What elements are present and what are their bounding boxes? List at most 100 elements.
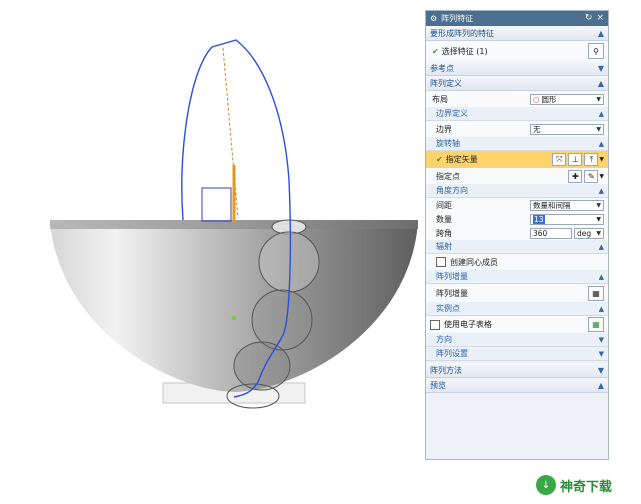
- dialog-titlebar: ⚙ 阵列特征 ↻ ×: [426, 11, 608, 26]
- watermark-text: 神奇下载: [560, 479, 613, 495]
- dropdown-arrow-icon[interactable]: ▼: [599, 173, 604, 180]
- pitch-unit-dropdown[interactable]: deg ▼: [574, 227, 604, 239]
- axis-handle[interactable]: [201, 187, 232, 222]
- chevron-down-icon[interactable]: ▼: [598, 64, 604, 73]
- section-label: 阵列定义: [430, 78, 462, 88]
- specify-vector-row[interactable]: ✔ 指定矢量 ⤧ ⊥ ⤒ ▼: [426, 151, 608, 168]
- spreadsheet-icon[interactable]: ▦: [588, 317, 604, 332]
- chevron-down-icon[interactable]: ▼: [599, 336, 604, 344]
- point-marker: [231, 315, 237, 321]
- chevron-down-icon[interactable]: ▼: [598, 366, 604, 375]
- spreadsheet-row[interactable]: 使用电子表格 ▦: [426, 316, 608, 333]
- count-input[interactable]: 13 ▼: [530, 213, 604, 225]
- point-type-icon[interactable]: ✎: [584, 169, 599, 183]
- chevron-up-icon[interactable]: ▲: [599, 187, 604, 195]
- specify-vector-label: 指定矢量: [445, 155, 478, 164]
- spreadsheet-checkbox[interactable]: [430, 319, 440, 330]
- chevron-up-icon[interactable]: ▲: [598, 79, 604, 88]
- pattern-feature-dialog: ⚙ 阵列特征 ↻ × 要形成阵列的特征 ▲ ✔ 选择特征 (1) ⚲ 参考点 ▼…: [425, 10, 609, 460]
- subsection-label: 辐射: [436, 242, 452, 251]
- spreadsheet-label: 使用电子表格: [444, 320, 492, 329]
- reset-icon[interactable]: ↻: [585, 14, 593, 23]
- dropdown-arrow-icon: ▼: [596, 125, 601, 133]
- boundary-row: 边界 无 ▼: [426, 121, 608, 137]
- section-pattern-method[interactable]: 阵列方法 ▼: [426, 363, 608, 378]
- dropdown-arrow-icon[interactable]: ▼: [596, 216, 601, 223]
- section-label: 要形成阵列的特征: [430, 28, 494, 38]
- subsection-label: 阵列增量: [436, 272, 468, 281]
- circle-icon: ○: [533, 94, 540, 104]
- increment-table-icon[interactable]: ▦: [588, 285, 604, 301]
- dropdown-arrow-icon: ▼: [596, 201, 601, 209]
- spacing-dropdown[interactable]: 数量和间隔 ▼: [530, 199, 604, 211]
- pattern-increment-label: 阵列增量: [436, 288, 468, 298]
- section-label: 预览: [430, 380, 446, 390]
- chevron-up-icon[interactable]: ▲: [599, 243, 604, 251]
- spacing-value: 数量和间隔: [533, 200, 571, 210]
- count-value: 13: [533, 214, 545, 224]
- concentric-checkbox[interactable]: [436, 257, 446, 267]
- pitch-unit: deg: [577, 228, 592, 238]
- subsection-label: 旋转轴: [436, 139, 460, 148]
- chevron-up-icon[interactable]: ▲: [599, 140, 604, 148]
- subsection-radiate[interactable]: 辐射 ▲: [426, 240, 608, 254]
- layout-label: 布局: [432, 94, 448, 104]
- select-feature-button[interactable]: ⚲: [588, 43, 604, 59]
- subsection-rotation-axis[interactable]: 旋转轴 ▲: [426, 137, 608, 151]
- check-icon: ✔: [436, 155, 443, 164]
- subsection-pattern-increment[interactable]: 阵列增量 ▲: [426, 270, 608, 284]
- subsection-pattern-settings[interactable]: 阵列设置 ▼: [426, 347, 608, 361]
- vector-dialog-icon[interactable]: ⤧: [552, 153, 567, 166]
- reverse-direction-icon[interactable]: ⊥: [568, 153, 583, 166]
- pitch-label: 跨角: [436, 228, 452, 238]
- chevron-up-icon[interactable]: ▲: [599, 305, 604, 313]
- section-reference-point[interactable]: 参考点 ▼: [426, 61, 608, 76]
- count-row: 数量 13 ▼: [426, 212, 608, 226]
- subsection-label: 方向: [436, 335, 452, 344]
- chevron-up-icon[interactable]: ▲: [599, 110, 604, 118]
- check-icon: ✔: [432, 46, 439, 56]
- pattern-increment-row[interactable]: 阵列增量 ▦: [426, 284, 608, 302]
- subsection-label: 角度方向: [436, 186, 468, 195]
- chevron-up-icon[interactable]: ▲: [599, 273, 604, 281]
- layout-value: 圆形: [541, 94, 557, 104]
- gear-icon: ⚙: [430, 14, 438, 23]
- chevron-up-icon[interactable]: ▲: [598, 381, 604, 390]
- section-pattern-definition[interactable]: 阵列定义 ▲: [426, 76, 608, 91]
- specify-point-label: 指定点: [436, 171, 460, 181]
- subsection-label: 实例点: [436, 304, 460, 313]
- dropdown-arrow-icon: ▼: [596, 95, 601, 103]
- concentric-row[interactable]: 创建同心成员: [426, 254, 608, 270]
- subsection-instance-points[interactable]: 实例点 ▲: [426, 302, 608, 316]
- spacing-label: 间距: [436, 200, 452, 210]
- close-icon[interactable]: ×: [596, 14, 604, 23]
- chevron-up-icon[interactable]: ▲: [598, 29, 604, 38]
- spacing-row: 间距 数量和间隔 ▼: [426, 198, 608, 212]
- pitch-value: 360: [533, 228, 548, 238]
- watermark-logo: ↓ 神奇下载: [536, 466, 641, 504]
- point-dialog-icon[interactable]: ✚: [568, 169, 583, 183]
- pitch-angle-row: 跨角 360 deg ▼: [426, 226, 608, 240]
- dropdown-arrow-icon[interactable]: ▼: [599, 156, 604, 163]
- bowl-model: [50, 39, 418, 409]
- layout-dropdown[interactable]: ○ 圆形 ▼: [530, 93, 604, 105]
- section-preview[interactable]: 预览 ▲: [426, 378, 608, 393]
- subsection-label: 阵列设置: [436, 349, 468, 358]
- boundary-dropdown[interactable]: 无 ▼: [530, 123, 604, 135]
- vector-type-icon[interactable]: ⤒: [584, 153, 599, 166]
- boundary-label: 边界: [436, 124, 452, 134]
- concentric-label: 创建同心成员: [450, 257, 498, 267]
- brand-icon: ↓: [536, 475, 556, 495]
- section-label: 参考点: [430, 63, 454, 73]
- dropdown-arrow-icon: ▼: [596, 229, 601, 237]
- subsection-orientation[interactable]: 方向 ▼: [426, 333, 608, 347]
- chevron-down-icon[interactable]: ▼: [599, 350, 604, 358]
- subsection-angular-direction[interactable]: 角度方向 ▲: [426, 184, 608, 198]
- select-feature-row[interactable]: ✔ 选择特征 (1) ⚲: [426, 41, 608, 61]
- section-features-to-pattern[interactable]: 要形成阵列的特征 ▲: [426, 26, 608, 41]
- specify-point-row[interactable]: 指定点 ✚ ✎ ▼: [426, 168, 608, 184]
- graphics-viewport[interactable]: [0, 0, 425, 504]
- pitch-input[interactable]: 360: [530, 227, 572, 239]
- section-label: 阵列方法: [430, 365, 462, 375]
- subsection-boundary-definition[interactable]: 边界定义 ▲: [426, 107, 608, 121]
